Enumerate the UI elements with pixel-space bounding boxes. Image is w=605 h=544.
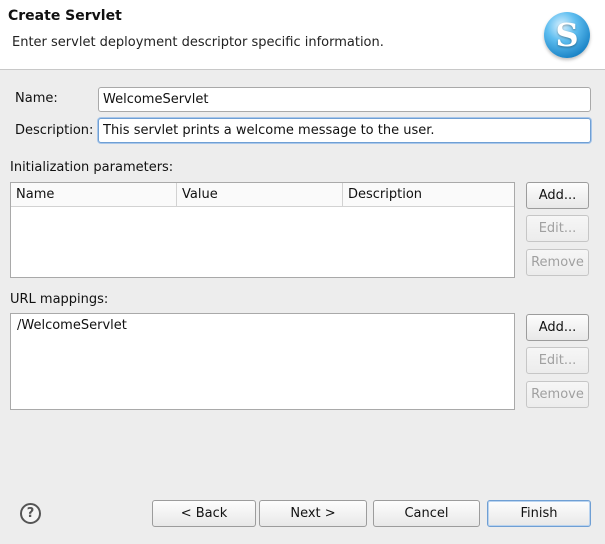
url-mappings-add-button[interactable]: Add... — [526, 314, 589, 341]
list-item[interactable]: /WelcomeServlet — [17, 318, 127, 333]
next-button[interactable]: Next > — [259, 500, 367, 527]
finish-button[interactable]: Finish — [487, 500, 591, 527]
wizard-title: Create Servlet — [8, 8, 122, 24]
name-input[interactable] — [98, 87, 591, 112]
description-input[interactable] — [98, 118, 591, 143]
servlet-logo-icon: S — [544, 12, 590, 58]
column-header-description[interactable]: Description — [342, 183, 514, 206]
url-mappings-remove-button[interactable]: Remove — [526, 381, 589, 408]
init-params-remove-button[interactable]: Remove — [526, 249, 589, 276]
cancel-button[interactable]: Cancel — [373, 500, 480, 527]
description-label: Description: — [15, 123, 94, 138]
name-label: Name: — [15, 91, 58, 106]
wizard-header: Create Servlet Enter servlet deployment … — [0, 0, 605, 70]
init-params-table-header: Name Value Description — [11, 183, 514, 207]
column-header-name[interactable]: Name — [11, 183, 176, 206]
init-params-table[interactable]: Name Value Description — [10, 182, 515, 278]
init-params-label: Initialization parameters: — [10, 160, 174, 175]
servlet-logo-letter: S — [555, 16, 579, 54]
init-params-edit-button[interactable]: Edit... — [526, 215, 589, 242]
help-icon[interactable]: ? — [20, 503, 41, 524]
url-mappings-list[interactable]: /WelcomeServlet — [10, 313, 515, 410]
url-mappings-label: URL mappings: — [10, 292, 109, 307]
init-params-add-button[interactable]: Add... — [526, 182, 589, 209]
url-mappings-edit-button[interactable]: Edit... — [526, 347, 589, 374]
column-header-value[interactable]: Value — [176, 183, 342, 206]
back-button[interactable]: < Back — [152, 500, 256, 527]
wizard-subtitle: Enter servlet deployment descriptor spec… — [12, 35, 384, 50]
